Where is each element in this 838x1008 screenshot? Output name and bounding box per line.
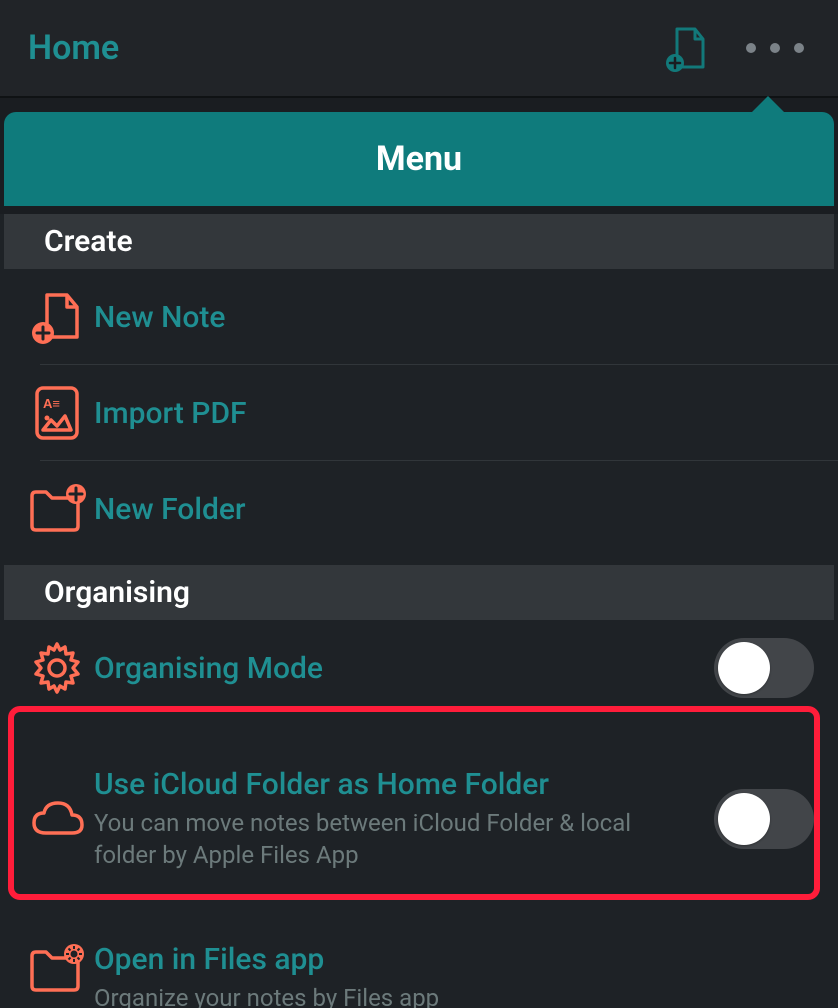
- menu-item-new-folder[interactable]: New Folder: [0, 461, 838, 557]
- new-folder-icon: [20, 484, 94, 534]
- menu-item-label: Organising Mode: [94, 651, 694, 686]
- menu-item-import-pdf[interactable]: A≡ Import PDF: [0, 365, 838, 461]
- menu-item-label: New Folder: [94, 492, 814, 527]
- menu-item-new-note[interactable]: New Note: [0, 269, 838, 365]
- section-header-create: Create: [4, 214, 834, 269]
- dot-icon: [770, 43, 780, 53]
- menu-item-organising-mode[interactable]: Organising Mode: [0, 620, 838, 716]
- popover-arrow: [0, 98, 838, 112]
- menu-item-sub: You can move notes between iCloud Folder…: [94, 808, 694, 870]
- menu-item-label: Import PDF: [94, 396, 814, 431]
- more-menu-button[interactable]: [746, 43, 804, 53]
- home-button[interactable]: Home: [28, 28, 656, 68]
- organising-mode-toggle[interactable]: [714, 638, 814, 698]
- document-plus-icon: [661, 23, 711, 73]
- section-header-organising: Organising: [4, 565, 834, 620]
- gear-icon: [20, 640, 94, 696]
- toggle-knob: [718, 793, 770, 845]
- toggle-knob: [718, 642, 770, 694]
- import-pdf-icon: A≡: [20, 384, 94, 442]
- menu-item-label: Use iCloud Folder as Home Folder: [94, 767, 694, 802]
- menu-item-label: New Note: [94, 300, 814, 335]
- svg-text:A≡: A≡: [43, 396, 60, 411]
- icloud-folder-toggle[interactable]: [714, 789, 814, 849]
- menu-item-label: Open in Files app: [94, 942, 814, 977]
- new-note-icon: [20, 289, 94, 345]
- dot-icon: [794, 43, 804, 53]
- menu-item-open-files-app[interactable]: Open in Files app Organize your notes by…: [0, 912, 838, 1008]
- menu-item-icloud-folder[interactable]: Use iCloud Folder as Home Folder You can…: [0, 716, 838, 912]
- dot-icon: [746, 43, 756, 53]
- folder-gear-icon: [20, 942, 94, 994]
- menu-item-sub: Organize your notes by Files app: [94, 983, 814, 1008]
- menu-title: Menu: [4, 112, 834, 206]
- new-note-icon[interactable]: [656, 23, 716, 73]
- topbar: Home: [0, 0, 838, 98]
- menu-panel: Create New Note A≡ Import PDF: [0, 214, 838, 1008]
- cloud-icon: [20, 799, 94, 839]
